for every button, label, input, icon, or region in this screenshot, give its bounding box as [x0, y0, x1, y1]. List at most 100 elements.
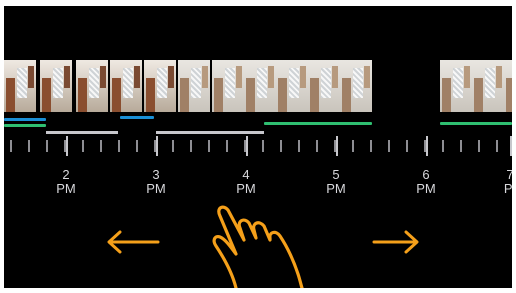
event-bar-blue — [120, 116, 154, 119]
thumbnail-window — [191, 68, 201, 98]
thumbnail-door — [214, 78, 223, 112]
thumbnail-window — [157, 68, 167, 98]
minor-tick — [388, 140, 390, 152]
swipe-hand-icon — [212, 205, 304, 288]
hour-label-4pm: 4 PM — [236, 167, 256, 196]
thumbnail-door — [146, 78, 155, 112]
event-bar-green — [264, 122, 372, 125]
thumbnail-window — [225, 68, 235, 98]
thumbnail-door — [246, 78, 255, 112]
thumbnail-strip[interactable] — [4, 60, 512, 116]
minor-tick — [460, 140, 462, 152]
thumbnail-window — [89, 68, 99, 98]
video-thumbnail[interactable] — [144, 60, 176, 112]
minor-tick — [406, 140, 408, 152]
thumbnail-door — [6, 78, 15, 112]
thumbnail-shelf — [100, 66, 106, 88]
thumbnail-shelf — [28, 66, 34, 88]
video-thumbnail[interactable] — [244, 60, 276, 112]
event-bar-green — [440, 122, 512, 125]
thumbnail-shelf — [464, 66, 470, 88]
minor-tick — [28, 140, 30, 152]
video-thumbnail[interactable] — [276, 60, 308, 112]
minor-tick — [352, 140, 354, 152]
minor-tick — [496, 140, 498, 152]
recorded-range — [156, 131, 264, 134]
recorded-range — [46, 131, 118, 134]
video-thumbnail[interactable] — [4, 60, 36, 112]
thumbnail-door — [42, 78, 51, 112]
thumbnail-door — [112, 78, 121, 112]
thumbnail-shelf — [236, 66, 242, 88]
video-thumbnail[interactable] — [110, 60, 142, 112]
minor-tick — [172, 140, 174, 152]
minor-tick — [46, 140, 48, 152]
minor-tick — [208, 140, 210, 152]
thumbnail-window — [17, 68, 27, 98]
minor-tick — [100, 140, 102, 152]
thumbnail-window — [353, 68, 363, 98]
thumbnail-window — [257, 68, 267, 98]
thumbnail-shelf — [364, 66, 370, 88]
thumbnail-shelf — [300, 66, 306, 88]
time-ruler[interactable] — [4, 126, 512, 156]
thumbnail-window — [453, 68, 463, 98]
hour-label-6pm: 6 PM — [416, 167, 436, 196]
thumbnail-window — [485, 68, 495, 98]
video-thumbnail[interactable] — [472, 60, 504, 112]
major-tick — [336, 136, 338, 156]
thumbnail-window — [123, 68, 133, 98]
video-thumbnail[interactable] — [340, 60, 372, 112]
thumbnail-shelf — [64, 66, 70, 88]
minor-tick — [316, 140, 318, 152]
thumbnail-shelf — [202, 66, 208, 88]
minor-tick — [82, 140, 84, 152]
major-tick — [426, 136, 428, 156]
thumbnail-door — [278, 78, 287, 112]
thumbnail-window — [53, 68, 63, 98]
video-thumbnail[interactable] — [504, 60, 512, 112]
minor-tick — [298, 140, 300, 152]
video-thumbnail[interactable] — [212, 60, 244, 112]
thumbnail-shelf — [268, 66, 274, 88]
thumbnail-door — [180, 78, 189, 112]
video-thumbnail[interactable] — [178, 60, 210, 112]
arrow-left-icon — [107, 230, 160, 254]
thumbnail-door — [506, 78, 512, 112]
video-thumbnail[interactable] — [76, 60, 108, 112]
minor-tick — [262, 140, 264, 152]
minor-tick — [136, 140, 138, 152]
minor-tick — [370, 140, 372, 152]
thumbnail-shelf — [496, 66, 502, 88]
major-tick — [66, 136, 68, 156]
thumbnail-door — [474, 78, 483, 112]
major-tick — [246, 136, 248, 156]
thumbnail-shelf — [134, 66, 140, 88]
minor-tick — [10, 140, 12, 152]
thumbnail-window — [289, 68, 299, 98]
minor-tick — [226, 140, 228, 152]
major-tick — [156, 136, 158, 156]
minor-tick — [478, 140, 480, 152]
minor-tick — [280, 140, 282, 152]
major-tick — [510, 136, 512, 156]
hour-label-5pm: 5 PM — [326, 167, 346, 196]
arrow-right-icon — [372, 230, 419, 254]
event-bar-blue — [4, 118, 46, 121]
thumbnail-window — [321, 68, 331, 98]
timeline-screen[interactable]: 2PM 3PM 4PM 5PM 6PM 7PI — [4, 6, 512, 288]
thumbnail-door — [342, 78, 351, 112]
video-thumbnail[interactable] — [440, 60, 472, 112]
minor-tick — [442, 140, 444, 152]
video-thumbnail[interactable] — [308, 60, 340, 112]
thumbnail-shelf — [168, 66, 174, 88]
thumbnail-door — [310, 78, 319, 112]
thumbnail-door — [78, 78, 87, 112]
minor-tick — [190, 140, 192, 152]
video-thumbnail[interactable] — [40, 60, 72, 112]
hour-label-2pm: 2 PM — [56, 167, 76, 196]
hour-label-7pm: 7PI — [503, 167, 512, 196]
thumbnail-door — [442, 78, 451, 112]
thumbnail-shelf — [332, 66, 338, 88]
hour-label-3pm: 3 PM — [146, 167, 166, 196]
